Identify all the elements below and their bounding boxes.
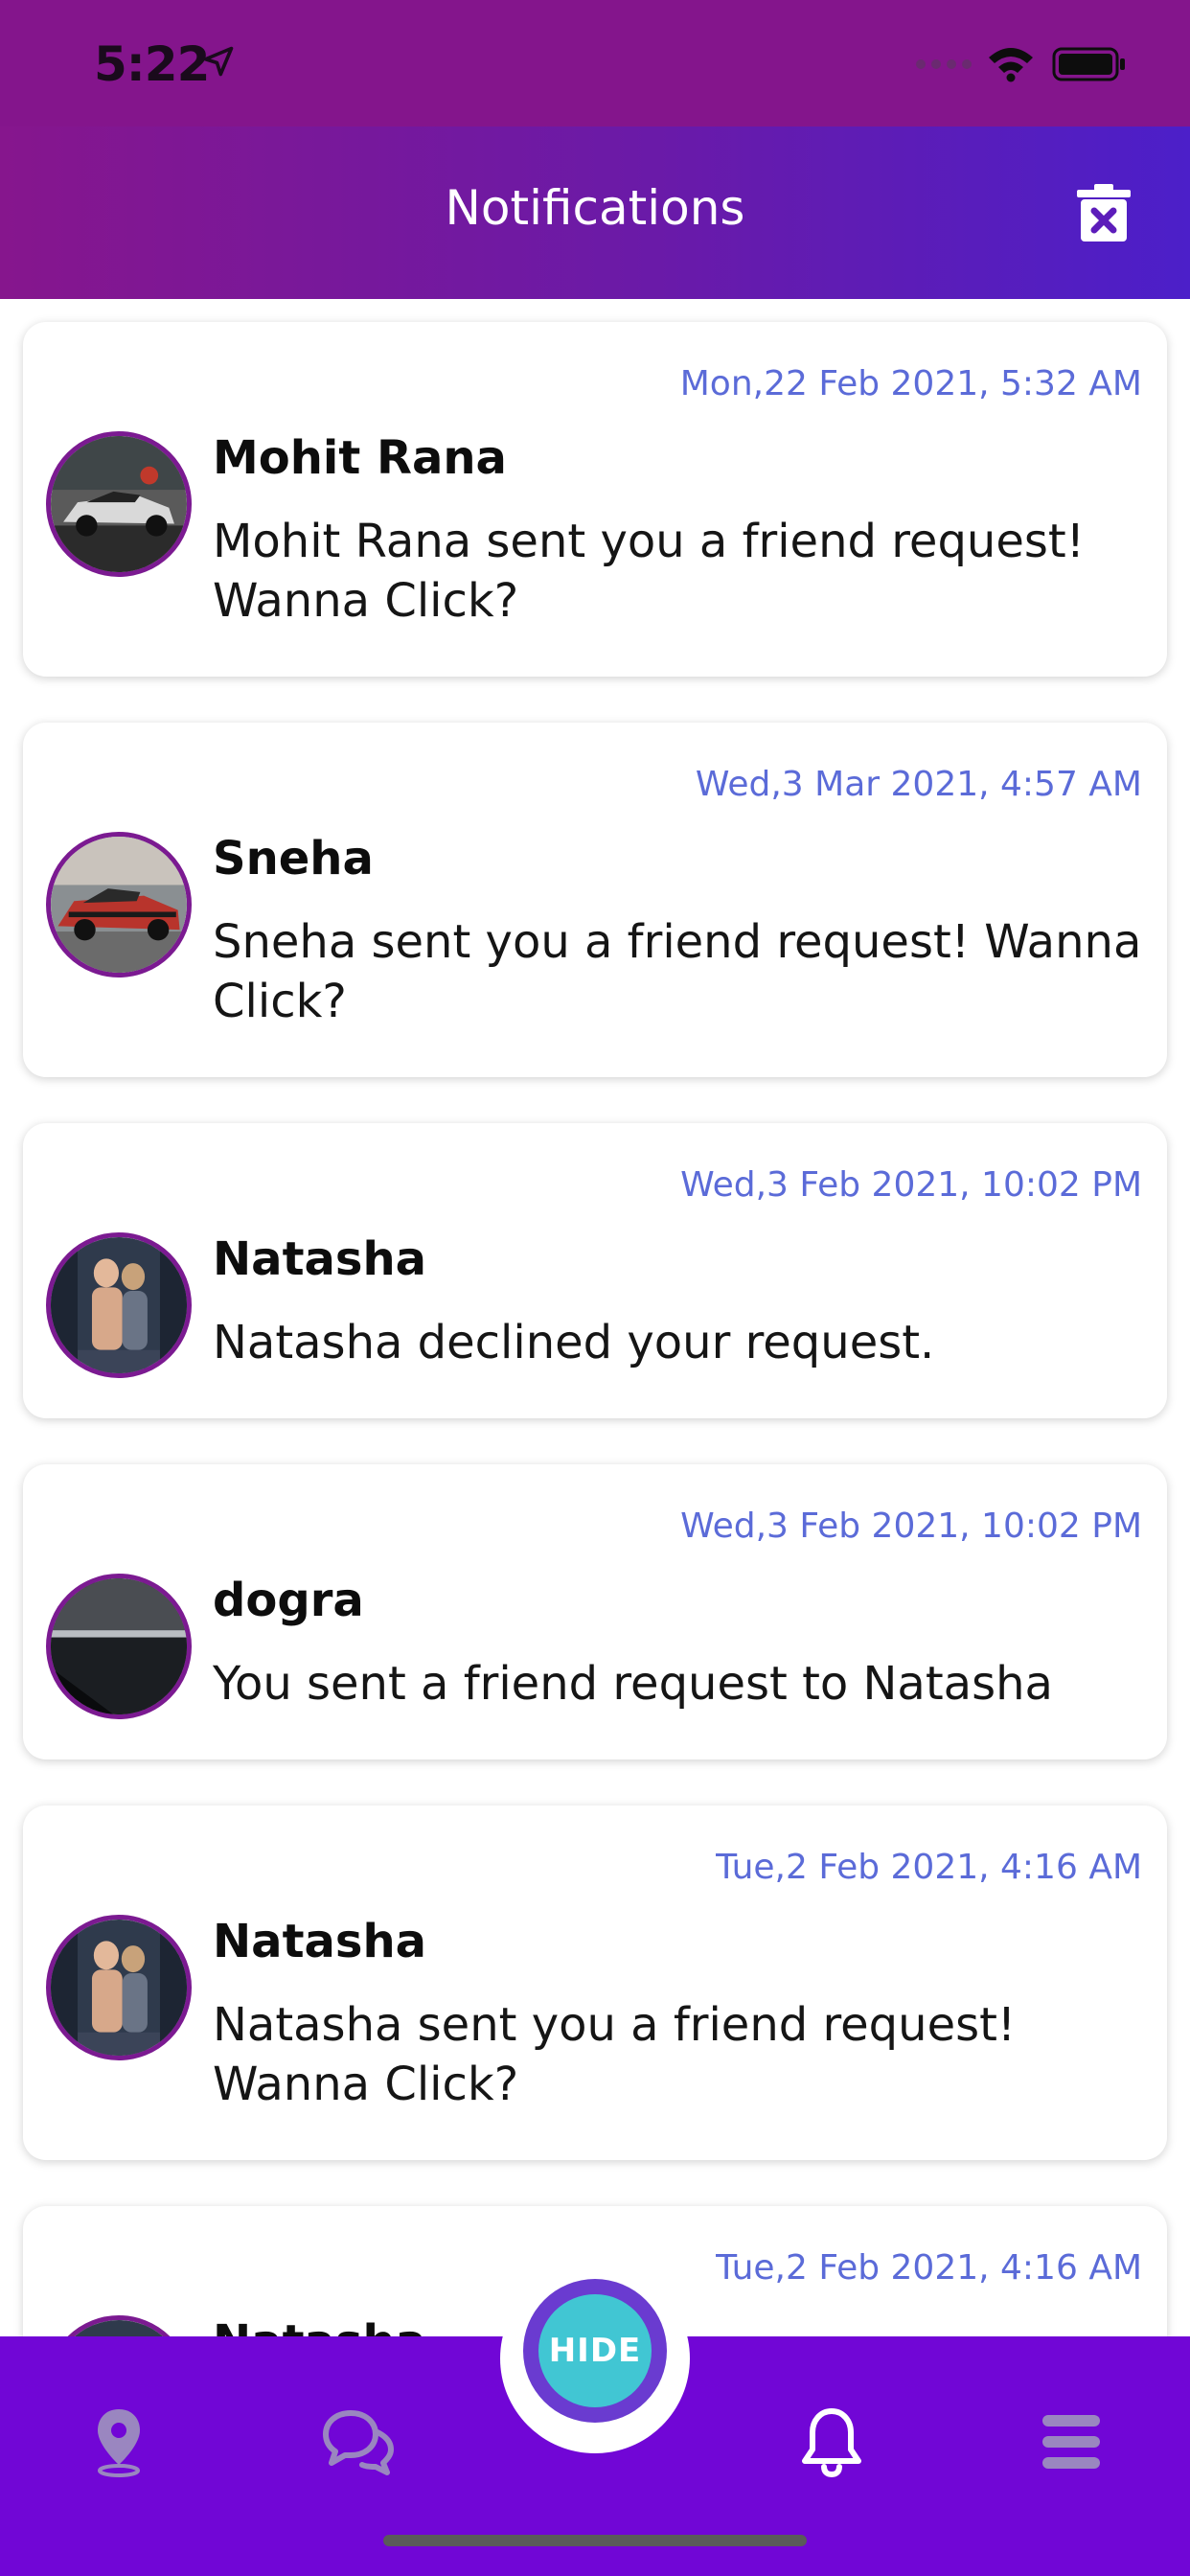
- notification-message: Sneha sent you a friend request! Wanna C…: [213, 915, 1142, 1028]
- notification-message: Natasha sent you a friend request! Wanna…: [213, 1998, 1017, 2111]
- sender-name: dogra: [213, 1574, 364, 1627]
- notification-message: Mohit Rana sent you a friend request! Wa…: [213, 515, 1085, 628]
- gym-couple-avatar: [51, 1237, 187, 1373]
- notification-date: Wed,3 Feb 2021, 10:02 PM: [680, 1506, 1142, 1546]
- nav-map-button[interactable]: [82, 2405, 155, 2478]
- avatar[interactable]: [46, 832, 192, 978]
- notification-message: Natasha declined your request.: [213, 1316, 935, 1369]
- notification-card[interactable]: Wed,3 Feb 2021, 10:02 PM dogra You sent …: [23, 1464, 1167, 1760]
- sender-name: Natasha: [213, 1232, 427, 1286]
- avatar[interactable]: [46, 1574, 192, 1719]
- notification-card[interactable]: Wed,3 Mar 2021, 4:57 AM Sneha Sneha sent…: [23, 723, 1167, 1077]
- notification-card[interactable]: Wed,3 Feb 2021, 10:02 PM Natasha Natasha…: [23, 1123, 1167, 1418]
- page-title: Notifications: [445, 180, 745, 236]
- hide-button[interactable]: HIDE: [523, 2279, 667, 2423]
- avatar[interactable]: [46, 1232, 192, 1378]
- avatar[interactable]: [46, 1915, 192, 2060]
- night-lake-avatar: [51, 1578, 187, 1714]
- notification-date: Wed,3 Feb 2021, 10:02 PM: [680, 1165, 1142, 1205]
- wifi-icon: [989, 48, 1033, 82]
- notification-date: Tue,2 Feb 2021, 4:16 AM: [716, 1848, 1142, 1887]
- signal-dots-icon: [916, 59, 972, 69]
- sender-name: Sneha: [213, 832, 374, 886]
- car-photo-avatar: [51, 436, 187, 572]
- location-arrow-icon: [203, 46, 234, 77]
- battery-icon: [1052, 47, 1125, 81]
- clear-notifications-button[interactable]: [1073, 182, 1134, 243]
- nav-menu-button[interactable]: [1035, 2405, 1108, 2478]
- gym-couple-avatar: [51, 1920, 187, 2056]
- sender-name: Natasha: [213, 1915, 427, 1968]
- notification-date: Tue,2 Feb 2021, 4:16 AM: [716, 2248, 1142, 2288]
- notification-message: You sent a friend request to Natasha: [213, 1657, 1053, 1711]
- nav-notifications-button[interactable]: [795, 2405, 868, 2478]
- bell-icon: [802, 2408, 861, 2478]
- nav-chat-button[interactable]: [322, 2405, 395, 2478]
- home-indicator[interactable]: [383, 2535, 807, 2546]
- avatar[interactable]: [46, 431, 192, 577]
- chat-bubbles-icon: [323, 2410, 394, 2475]
- notification-date: Wed,3 Mar 2021, 4:57 AM: [695, 765, 1142, 804]
- map-pin-icon: [98, 2409, 140, 2477]
- notification-date: Mon,22 Feb 2021, 5:32 AM: [679, 364, 1142, 403]
- notification-card[interactable]: Tue,2 Feb 2021, 4:16 AM Natasha Natasha …: [23, 1806, 1167, 2160]
- status-bar: 5:22: [0, 0, 1190, 126]
- app-header: Notifications: [0, 126, 1190, 299]
- status-time: 5:22: [94, 36, 210, 92]
- red-car-avatar: [51, 837, 187, 973]
- trash-x-icon: [1077, 184, 1131, 242]
- hide-button-label: HIDE: [538, 2294, 652, 2407]
- sender-name: Mohit Rana: [213, 431, 507, 485]
- notification-card[interactable]: Mon,22 Feb 2021, 5:32 AM Mohit Rana Mohi…: [23, 322, 1167, 677]
- menu-icon: [1042, 2415, 1100, 2469]
